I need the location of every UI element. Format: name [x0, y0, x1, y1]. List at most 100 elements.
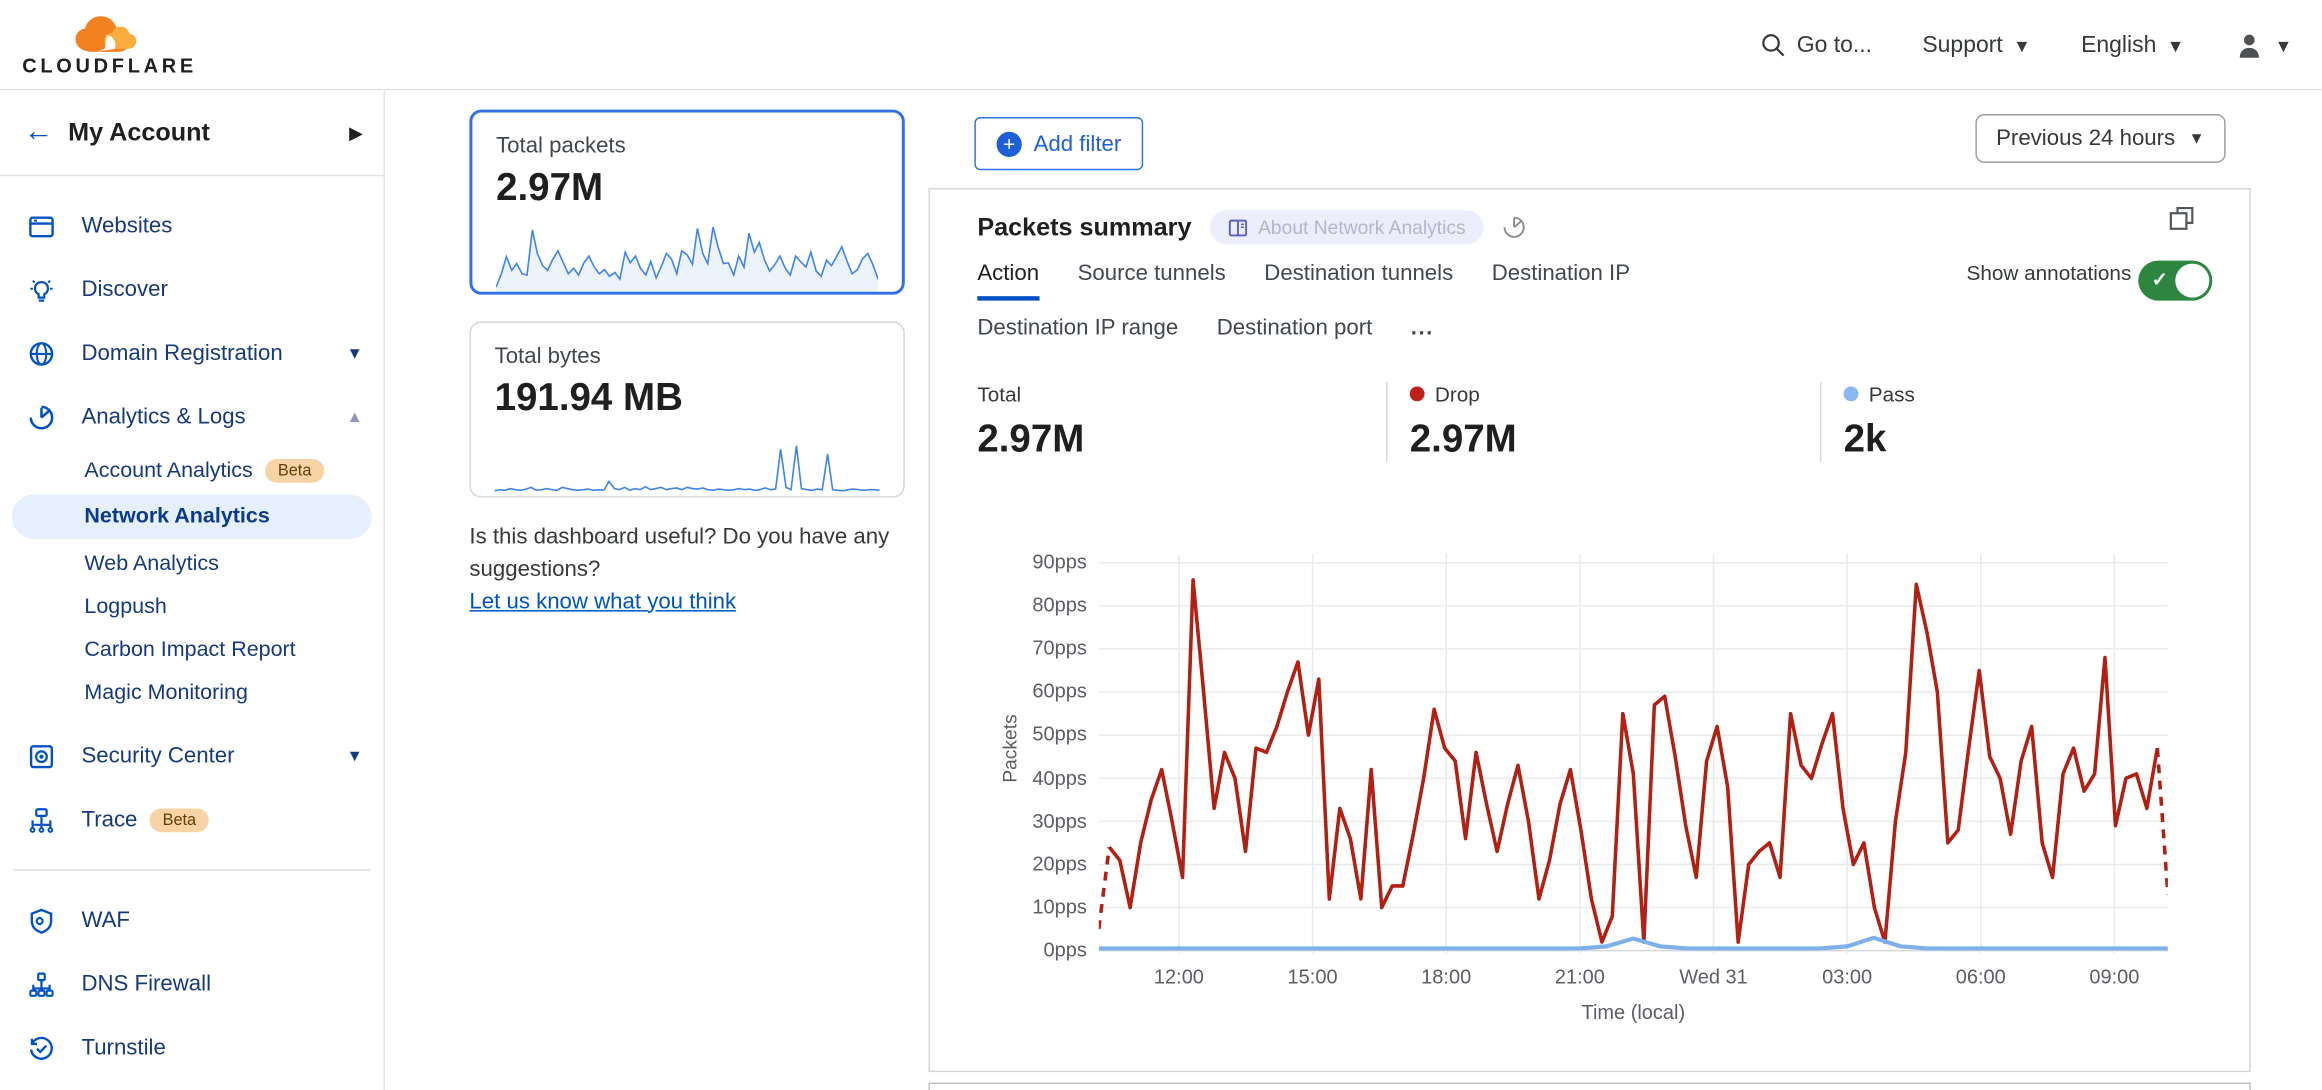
bytes-sparkline: [495, 432, 880, 497]
x-tick-label: 21:00: [1555, 965, 1605, 987]
y-tick-label: 80pps: [983, 594, 1087, 616]
sidebar-item-logpush[interactable]: Logpush: [0, 585, 384, 628]
sidebar-item-label: Network Analytics: [84, 505, 269, 529]
y-tick-label: 90pps: [983, 551, 1087, 573]
sidebar-item-websites[interactable]: Websites: [0, 194, 384, 258]
annotations-toggle[interactable]: ✓: [2138, 261, 2212, 301]
panel-title: Packets summary: [977, 212, 1191, 242]
sidebar-item-domain-registration[interactable]: Domain Registration ▼: [0, 321, 384, 385]
beta-badge: Beta: [265, 458, 325, 482]
sidebar-item-label: Turnstile: [81, 1035, 165, 1060]
y-tick-label: 10pps: [983, 896, 1087, 918]
packets-time-series-chart[interactable]: Packets Time (local) 0pps10pps20pps30pps…: [974, 545, 2218, 1034]
tab-action[interactable]: Action: [977, 261, 1039, 301]
pie-chart-icon[interactable]: [1501, 215, 1526, 240]
packets-sparkline: [496, 222, 878, 296]
language-label: English: [2081, 32, 2156, 59]
sidebar-item-label: Discover: [81, 277, 167, 302]
x-tick-label: 12:00: [1154, 965, 1204, 987]
expand-icon[interactable]: [2168, 204, 2196, 232]
tab-destination-ip-range[interactable]: Destination IP range: [977, 315, 1178, 351]
beta-badge: Beta: [149, 808, 209, 832]
language-menu[interactable]: English ▼: [2081, 32, 2184, 59]
check-icon: ✓: [2152, 268, 2168, 292]
chevron-up-icon: ▲: [347, 408, 363, 426]
cloudflare-cloud-icon: [64, 13, 156, 57]
sidebar-item-label: Websites: [81, 213, 172, 238]
sidebar-item-web-analytics[interactable]: Web Analytics: [0, 542, 384, 585]
globe-icon: [27, 338, 57, 368]
stats-row: Total 2.97M Drop 2.97M Pass 2k: [977, 382, 2253, 462]
dimension-tabs: Action Source tunnels Destination tunnel…: [977, 261, 1865, 351]
x-tick-label: 18:00: [1421, 965, 1471, 987]
stat-label: Pass: [1869, 382, 1915, 406]
chevron-right-icon[interactable]: ▶: [349, 122, 363, 143]
feedback-link[interactable]: Let us know what you think: [469, 589, 736, 614]
x-tick-label: 15:00: [1288, 965, 1338, 987]
plus-icon: +: [997, 131, 1022, 156]
pie-chart-icon: [27, 402, 57, 432]
sidebar-item-label: Magic Monitoring: [84, 680, 248, 704]
tab-destination-port[interactable]: Destination port: [1217, 315, 1373, 351]
next-panel-edge: [928, 1082, 2250, 1090]
sidebar-item-analytics-logs[interactable]: Analytics & Logs ▲: [0, 385, 384, 449]
stat-pass: Pass 2k: [1820, 382, 2254, 462]
sidebar-item-turnstile[interactable]: Turnstile: [0, 1016, 384, 1080]
sidebar-item-label: Analytics & Logs: [81, 404, 245, 429]
hierarchy-icon: [27, 969, 57, 999]
goto-search[interactable]: Go to...: [1761, 32, 1872, 59]
tab-destination-ip[interactable]: Destination IP: [1492, 261, 1630, 301]
time-range-label: Previous 24 hours: [1996, 126, 2175, 151]
top-bar: CLOUDFLARE Go to... Support ▼ English ▼ …: [0, 0, 2322, 90]
x-tick-label: Wed 31: [1679, 965, 1748, 987]
packets-summary-panel: Packets summary About Network Analytics …: [928, 188, 2250, 1072]
sidebar-item-carbon-impact-report[interactable]: Carbon Impact Report: [0, 628, 384, 671]
y-tick-label: 50pps: [983, 723, 1087, 745]
sidebar-item-magic-monitoring[interactable]: Magic Monitoring: [0, 671, 384, 714]
support-menu[interactable]: Support ▼: [1922, 32, 2030, 59]
sidebar-item-label: Security Center: [81, 743, 234, 768]
sidebar-item-label: Trace: [81, 807, 137, 832]
tab-more[interactable]: ...: [1411, 315, 1434, 351]
trace-tree-icon: [27, 805, 57, 835]
sidebar: ← My Account ▶ Websites Discover Domain …: [0, 90, 385, 1090]
x-axis-title: Time (local): [1099, 1001, 2168, 1023]
time-range-dropdown[interactable]: Previous 24 hours ▼: [1975, 114, 2225, 163]
tab-source-tunnels[interactable]: Source tunnels: [1078, 261, 1226, 301]
add-filter-button[interactable]: + Add filter: [974, 117, 1143, 170]
account-header[interactable]: ← My Account ▶: [0, 90, 384, 176]
sidebar-item-network-analytics[interactable]: Network Analytics: [12, 495, 372, 539]
total-packets-value: 2.97M: [496, 164, 878, 210]
sidebar-item-account-analytics[interactable]: Account Analytics Beta: [0, 449, 384, 492]
total-bytes-card[interactable]: Total bytes 191.94 MB: [469, 321, 904, 497]
sidebar-item-label: WAF: [81, 908, 130, 933]
cloudflare-dashboard: CLOUDFLARE Go to... Support ▼ English ▼ …: [0, 0, 2322, 1090]
sidebar-item-trace[interactable]: Trace Beta: [0, 788, 384, 852]
y-tick-label: 60pps: [983, 680, 1087, 702]
account-menu[interactable]: ▼: [2235, 30, 2293, 60]
chart-svg: [1099, 554, 2168, 954]
sidebar-item-discover[interactable]: Discover: [0, 258, 384, 322]
sidebar-item-waf[interactable]: WAF: [0, 888, 384, 952]
drop-dot-icon: [1410, 386, 1425, 401]
cloudflare-logo-text: CLOUDFLARE: [22, 54, 197, 76]
safe-icon: [27, 741, 57, 771]
sidebar-item-dns-firewall[interactable]: DNS Firewall: [0, 952, 384, 1016]
about-network-analytics-pill[interactable]: About Network Analytics: [1209, 210, 1483, 244]
card-title: Total bytes: [495, 344, 880, 369]
pass-dot-icon: [1844, 386, 1859, 401]
tab-destination-tunnels[interactable]: Destination tunnels: [1264, 261, 1453, 301]
back-arrow-icon[interactable]: ←: [24, 116, 68, 150]
y-tick-label: 20pps: [983, 853, 1087, 875]
stat-total: Total 2.97M: [977, 382, 1386, 462]
user-icon: [2235, 30, 2265, 60]
sidebar-item-security-center[interactable]: Security Center ▼: [0, 724, 384, 788]
chevron-down-icon: ▼: [2188, 130, 2204, 148]
total-packets-card[interactable]: Total packets 2.97M: [469, 110, 904, 295]
panel-header: Packets summary About Network Analytics: [977, 210, 1526, 244]
chart-plot-area[interactable]: [1099, 554, 2168, 954]
x-tick-label: 03:00: [1822, 965, 1872, 987]
stat-label: Drop: [1435, 382, 1480, 406]
chevron-down-icon: ▼: [2167, 35, 2185, 56]
cloudflare-logo[interactable]: CLOUDFLARE: [21, 6, 199, 83]
